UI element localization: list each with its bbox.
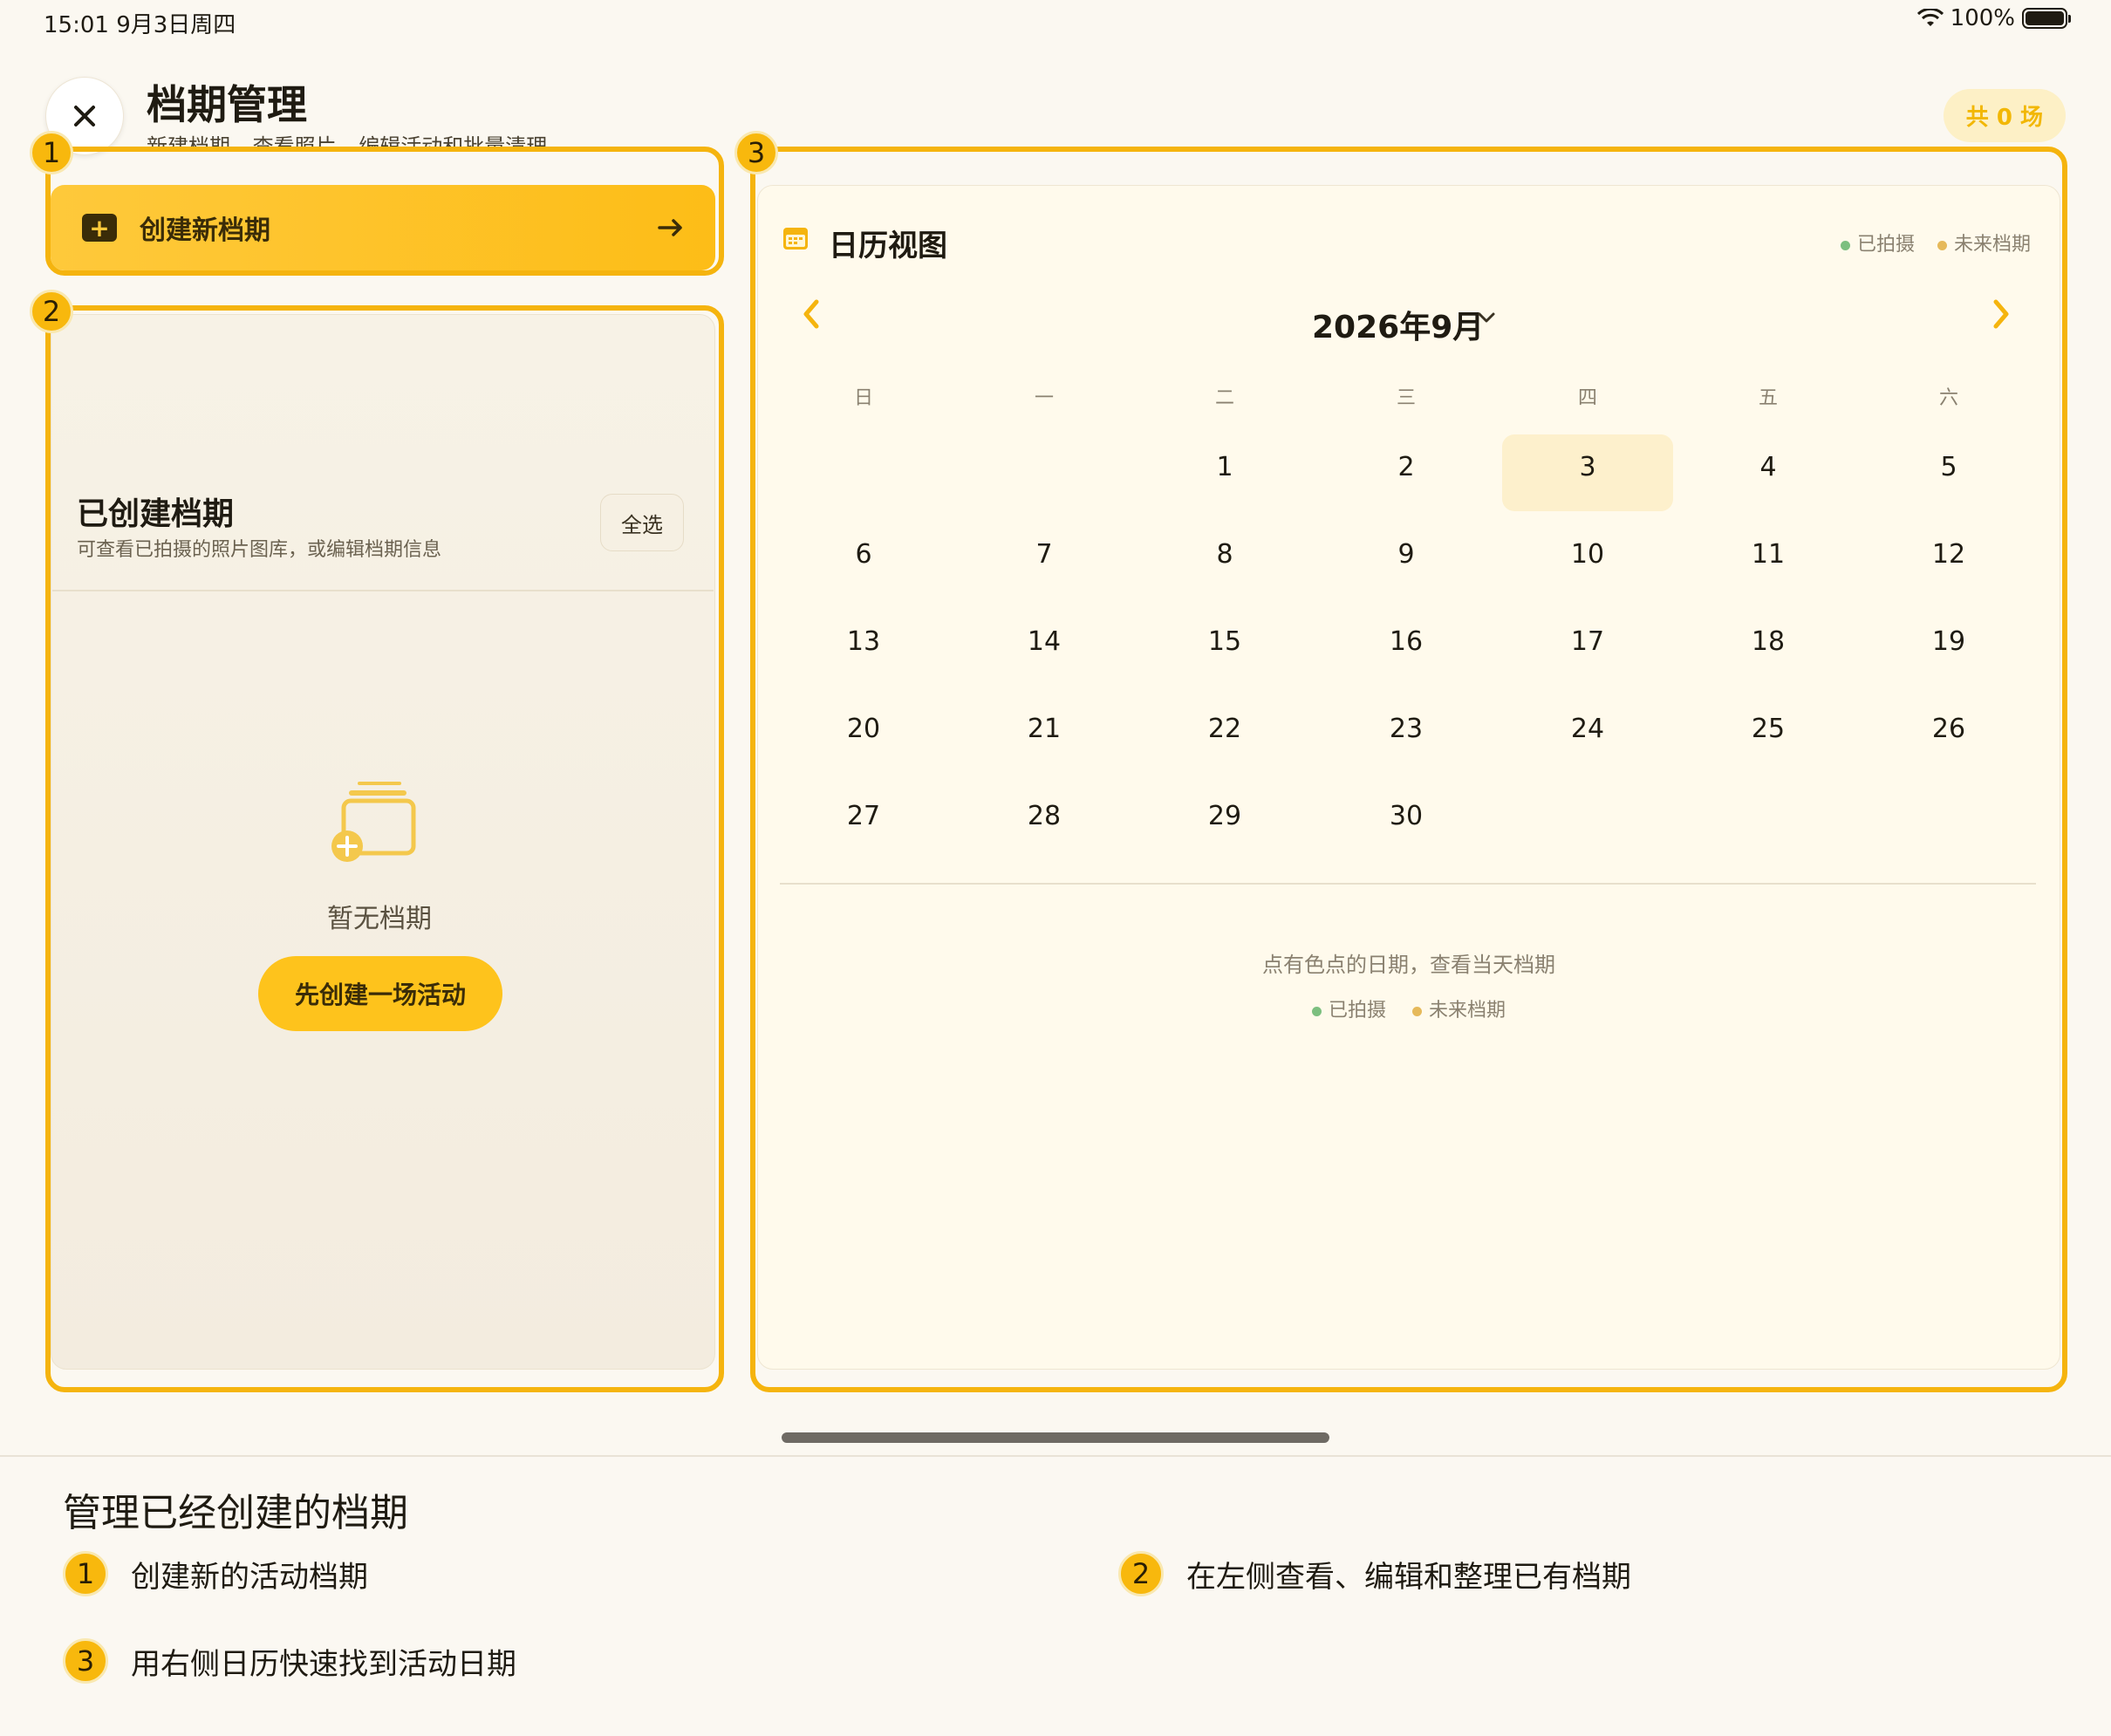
calendar-day[interactable]: 24 bbox=[1535, 710, 1640, 748]
next-month-button[interactable] bbox=[1991, 297, 2012, 340]
calendar-day[interactable]: 1 bbox=[1172, 448, 1277, 487]
created-schedules-subtitle: 可查看已拍摄的照片图库，或编辑档期信息 bbox=[77, 539, 442, 561]
calendar-day[interactable]: 29 bbox=[1172, 797, 1277, 836]
marker-2: 2 bbox=[30, 290, 73, 333]
legend-shot-bottom: 已拍摄 bbox=[1311, 994, 1386, 1022]
close-icon bbox=[74, 106, 95, 126]
calendar-day[interactable]: 9 bbox=[1354, 536, 1459, 574]
calendar-day[interactable]: 30 bbox=[1354, 797, 1459, 836]
status-time: 15:01 9月3日周四 bbox=[44, 12, 236, 38]
calendar-day[interactable]: 25 bbox=[1716, 710, 1821, 748]
calendar-day[interactable]: 14 bbox=[992, 623, 1096, 661]
create-schedule-label: 创建新档期 bbox=[140, 215, 270, 246]
calendar-day[interactable]: 26 bbox=[1896, 710, 2001, 748]
marker-1: 1 bbox=[30, 131, 73, 174]
calendar-day[interactable]: 28 bbox=[992, 797, 1096, 836]
calendar-day[interactable]: 20 bbox=[811, 710, 916, 748]
guide-marker-2: 2 bbox=[1118, 1551, 1164, 1596]
calendar-hint: 点有色点的日期，查看当天档期 bbox=[1262, 953, 1555, 977]
create-schedule-button[interactable]: + 创建新档期 bbox=[51, 185, 715, 270]
calendar-day[interactable]: 11 bbox=[1716, 536, 1821, 574]
weekday-label: 二 bbox=[1214, 387, 1234, 409]
legend-future: 未来档期 bbox=[1937, 229, 2031, 256]
calendar-icon bbox=[783, 228, 808, 249]
legend-future-bottom: 未来档期 bbox=[1412, 994, 1506, 1022]
chevron-down-icon[interactable] bbox=[1476, 305, 1497, 334]
calendar-day[interactable]: 10 bbox=[1535, 536, 1640, 574]
prev-month-button[interactable] bbox=[801, 297, 822, 340]
calendar-day[interactable]: 18 bbox=[1716, 623, 1821, 661]
guide-text-3: 用右侧日历快速找到活动日期 bbox=[131, 1647, 516, 1682]
plus-square-icon: + bbox=[82, 214, 117, 243]
calendar-day[interactable]: 27 bbox=[811, 797, 916, 836]
month-selector[interactable]: 2026年9月 bbox=[1312, 302, 1484, 347]
guide-marker-1: 1 bbox=[63, 1551, 108, 1596]
calendar-day-today[interactable]: 3 bbox=[1535, 448, 1640, 487]
calendar-day[interactable]: 7 bbox=[992, 536, 1096, 574]
calendar-day[interactable]: 19 bbox=[1896, 623, 2001, 661]
weekday-label: 五 bbox=[1758, 387, 1778, 409]
home-indicator[interactable] bbox=[782, 1432, 1329, 1443]
calendar-day[interactable]: 15 bbox=[1172, 623, 1277, 661]
weekday-label: 日 bbox=[853, 387, 873, 409]
calendar-day[interactable]: 21 bbox=[992, 710, 1096, 748]
page-subtitle: 新建档期 查看照片 编辑活动和批量清理 bbox=[147, 134, 548, 148]
calendar-title: 日历视图 bbox=[829, 229, 947, 263]
weekday-label: 四 bbox=[1577, 387, 1597, 409]
count-badge: 共 0 场 bbox=[1943, 89, 2066, 142]
legend-top: 已拍摄 未来档期 bbox=[1840, 229, 2031, 256]
weekday-label: 三 bbox=[1396, 387, 1416, 409]
arrow-right-icon bbox=[658, 219, 682, 236]
calendar-day[interactable]: 2 bbox=[1354, 448, 1459, 487]
created-schedules-title: 已创建档期 bbox=[77, 496, 235, 532]
select-all-button[interactable]: 全选 bbox=[600, 494, 684, 551]
calendar-day[interactable]: 22 bbox=[1172, 710, 1277, 748]
divider bbox=[52, 590, 714, 591]
empty-folder-icon bbox=[331, 782, 416, 862]
weekday-label: 一 bbox=[1034, 387, 1054, 409]
calendar-day[interactable]: 17 bbox=[1535, 623, 1640, 661]
calendar-day[interactable]: 5 bbox=[1896, 448, 2001, 487]
guide-marker-3: 3 bbox=[63, 1638, 108, 1684]
guide-text-1: 创建新的活动档期 bbox=[131, 1560, 368, 1595]
calendar-day[interactable]: 23 bbox=[1354, 710, 1459, 748]
calendar-day[interactable]: 8 bbox=[1172, 536, 1277, 574]
legend-shot: 已拍摄 bbox=[1840, 229, 1915, 256]
calendar-day[interactable]: 4 bbox=[1716, 448, 1821, 487]
empty-state-text: 暂无档期 bbox=[327, 904, 432, 934]
page-title: 档期管理 bbox=[147, 81, 307, 128]
legend-bottom: 已拍摄 未来档期 bbox=[757, 994, 2060, 1022]
marker-3: 3 bbox=[734, 131, 778, 174]
wifi-icon bbox=[1916, 9, 1944, 26]
status-right: 100% bbox=[1916, 5, 2071, 31]
guide-text-2: 在左侧查看、编辑和整理已有档期 bbox=[1186, 1560, 1631, 1595]
create-first-activity-button[interactable]: 先创建一场活动 bbox=[258, 956, 502, 1031]
calendar-day[interactable]: 16 bbox=[1354, 623, 1459, 661]
calendar-day[interactable]: 13 bbox=[811, 623, 916, 661]
guide-title: 管理已经创建的档期 bbox=[63, 1491, 408, 1535]
calendar-day[interactable]: 6 bbox=[811, 536, 916, 574]
calendar-day[interactable]: 12 bbox=[1896, 536, 2001, 574]
calendar-divider bbox=[780, 883, 2036, 885]
battery-icon bbox=[2022, 8, 2071, 29]
chevron-left-icon bbox=[803, 299, 819, 329]
chevron-right-icon bbox=[1993, 299, 2009, 329]
battery-percent: 100% bbox=[1950, 5, 2015, 31]
weekday-label: 六 bbox=[1938, 387, 1958, 409]
